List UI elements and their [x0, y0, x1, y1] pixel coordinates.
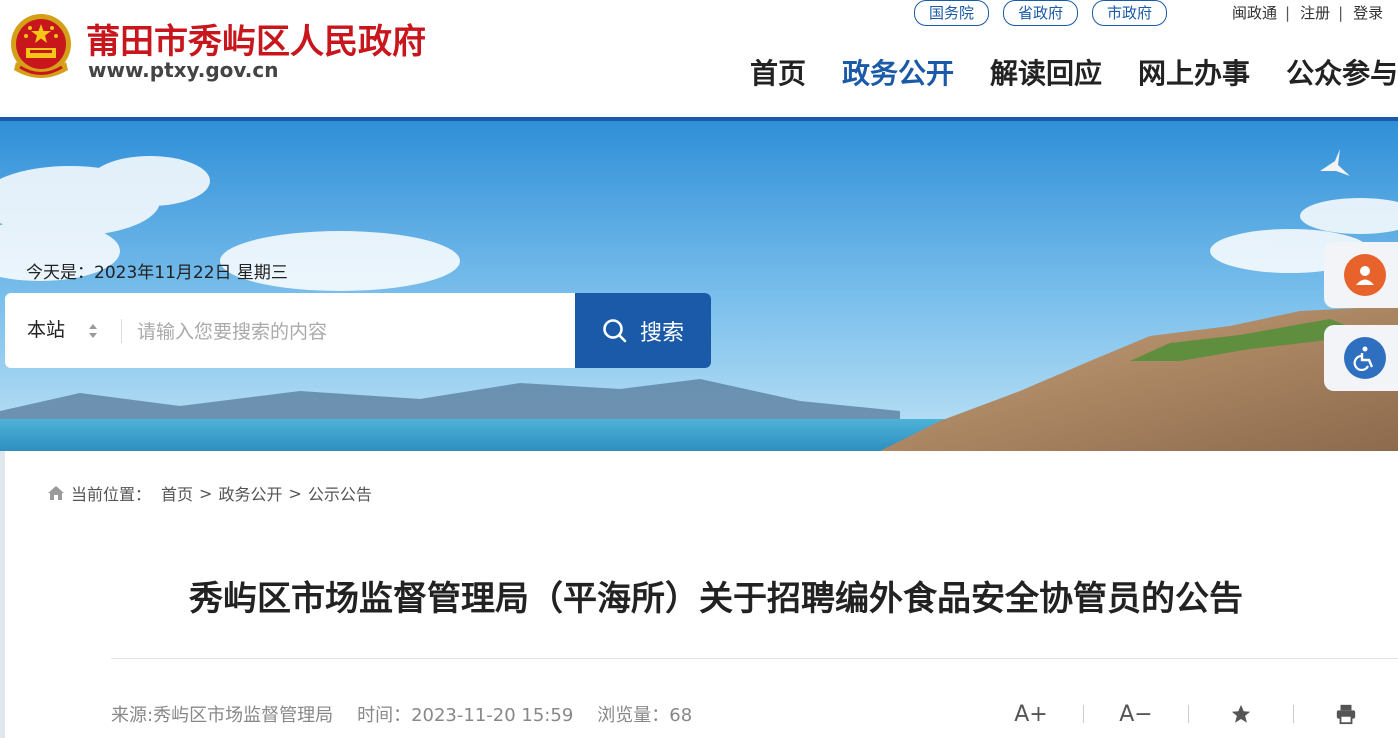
side-accessibility-button[interactable] — [1324, 325, 1398, 391]
site-name[interactable]: 莆田市秀屿区人民政府 — [86, 14, 426, 63]
search-icon — [603, 318, 627, 342]
nav-home[interactable]: 首页 — [750, 52, 806, 92]
home-icon — [48, 486, 64, 500]
link-city-gov[interactable]: 市政府 — [1092, 0, 1168, 26]
site-url: www.ptxy.gov.cn — [88, 58, 279, 82]
updown-arrow-icon[interactable] — [87, 321, 99, 341]
article-panel: 当前位置： 首页 > 政务公开 > 公示公告 秀屿区市场监督管理局（平海所）关于招聘… — [5, 451, 1398, 738]
link-minzhengtong[interactable]: 闽政通 — [1232, 0, 1277, 26]
font-larger-button[interactable]: A+ — [1005, 699, 1057, 729]
search-button[interactable]: 搜索 — [575, 293, 711, 368]
tool-separator — [1188, 705, 1189, 723]
site-header: 莆田市秀屿区人民政府 www.ptxy.gov.cn 国务院 省政府 市政府 闽… — [0, 0, 1398, 121]
font-smaller-button[interactable]: A− — [1110, 699, 1162, 729]
seascape-image — [0, 121, 1398, 451]
article-time: 时间：2023-11-20 15:59 — [357, 705, 574, 726]
nav-interpretation[interactable]: 解读回应 — [990, 52, 1102, 92]
search-button-label: 搜索 — [639, 320, 684, 346]
print-button[interactable] — [1320, 699, 1372, 729]
breadcrumb-separator: > — [199, 483, 213, 503]
breadcrumb-gov-affairs[interactable]: 政务公开 — [218, 481, 282, 505]
article-views: 浏览量：68 — [597, 705, 693, 726]
user-service-icon — [1344, 254, 1386, 296]
favorite-button[interactable] — [1215, 699, 1267, 729]
breadcrumb-label: 当前位置： — [71, 485, 152, 504]
nav-online-services[interactable]: 网上办事 — [1138, 52, 1250, 92]
separator: | — [1338, 4, 1344, 22]
top-pill-links: 国务院 省政府 市政府 — [914, 0, 1168, 26]
search-divider — [121, 319, 122, 343]
link-login[interactable]: 登录 — [1353, 0, 1383, 26]
nav-gov-affairs[interactable]: 政务公开 — [842, 52, 954, 92]
separator: | — [1285, 4, 1291, 22]
tool-separator — [1083, 705, 1084, 723]
article-tools: A+ A− — [1005, 699, 1372, 729]
search-box: 本站 搜索 — [5, 293, 711, 368]
date-prefix: 今天是： — [26, 263, 94, 283]
article-source: 来源:秀屿区市场监督管理局 — [111, 705, 334, 726]
national-emblem-logo[interactable] — [8, 12, 74, 82]
date-value: 2023年11月22日 星期三 — [94, 263, 288, 283]
link-province-gov[interactable]: 省政府 — [1003, 0, 1079, 26]
print-icon — [1336, 704, 1356, 725]
utility-links: 闽政通 | 注册 | 登录 — [1232, 0, 1383, 26]
article-title: 秀屿区市场监督管理局（平海所）关于招聘编外食品安全协管员的公告 — [189, 579, 1243, 619]
link-register[interactable]: 注册 — [1300, 0, 1330, 26]
search-input[interactable] — [135, 311, 569, 353]
today-date: 今天是：2023年11月22日 星期三 — [26, 258, 288, 283]
breadcrumb-home[interactable]: 首页 — [161, 481, 193, 505]
link-state-council[interactable]: 国务院 — [914, 0, 990, 26]
side-service-button[interactable] — [1324, 242, 1398, 308]
main-nav: 首页 政务公开 解读回应 网上办事 公众参与 — [750, 52, 1398, 92]
nav-public-participation[interactable]: 公众参与 — [1286, 52, 1398, 92]
breadcrumb-separator: > — [288, 483, 302, 503]
title-divider — [111, 658, 1398, 659]
hero-banner — [0, 121, 1398, 451]
tool-separator — [1293, 705, 1294, 723]
breadcrumb-announcements[interactable]: 公示公告 — [308, 481, 372, 505]
article-meta: 来源:秀屿区市场监督管理局 时间：2023-11-20 15:59 浏览量：68 — [111, 701, 692, 727]
star-icon — [1231, 704, 1251, 723]
accessibility-icon — [1344, 337, 1386, 379]
breadcrumb: 当前位置： 首页 > 政务公开 > 公示公告 — [47, 481, 372, 505]
search-scope-select[interactable]: 本站 — [27, 293, 65, 368]
